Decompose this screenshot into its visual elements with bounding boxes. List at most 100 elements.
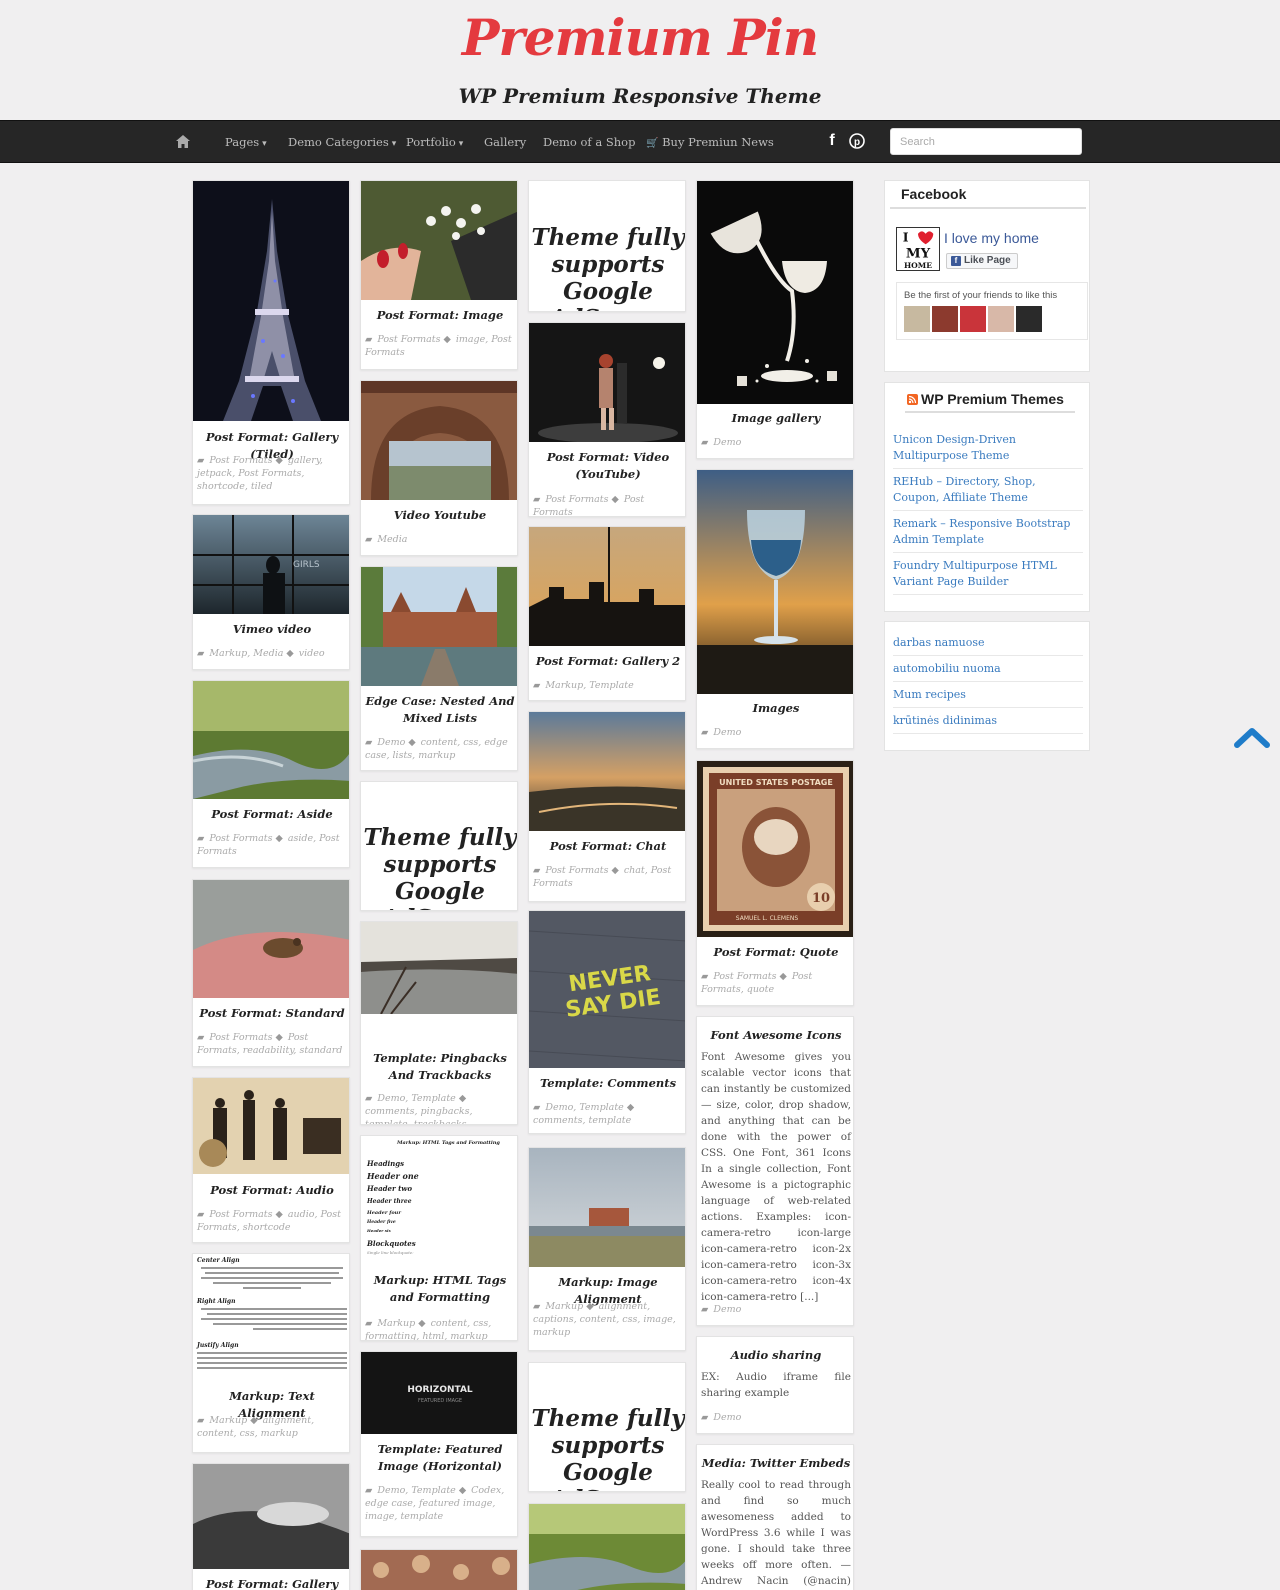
wine-glass-sunset-thumbnail[interactable] <box>697 470 854 694</box>
post-title[interactable]: Edge Case: Nested And Mixed Lists <box>365 693 515 727</box>
lake-trees-thumbnail[interactable] <box>361 922 518 1014</box>
post-card[interactable]: Font Awesome Icons Font Awesome gives yo… <box>696 1016 854 1326</box>
nav-buy-news[interactable]: 🛒 Buy Premiun News <box>646 121 774 164</box>
sidebar-link[interactable]: Remark – Responsive Bootstrap Admin Temp… <box>893 516 1083 548</box>
post-card[interactable]: Images ▰ Demo <box>696 469 854 749</box>
post-card[interactable]: Center Align Right Align Justify Align M… <box>192 1253 350 1453</box>
post-title[interactable]: Post Format: Chat <box>533 838 683 855</box>
post-card[interactable]: NEVER SAY DIE Template: Comments ▰ Demo,… <box>528 910 686 1134</box>
search-input[interactable] <box>890 128 1082 155</box>
post-title[interactable]: Post Format: Audio <box>197 1182 347 1199</box>
like-page-button[interactable]: f Like Page <box>946 253 1018 269</box>
site-title[interactable]: Premium Pin <box>0 8 1280 67</box>
post-card[interactable]: Post Format: Chat ▰ Post Formats ◆ chat,… <box>528 711 686 902</box>
adsense-card[interactable]: Theme fully supports Google AdSense. <box>528 180 686 312</box>
sidebar-link[interactable]: REHub – Directory, Shop, Coupon, Affilia… <box>893 474 1083 506</box>
dancers-thumbnail[interactable] <box>529 323 686 442</box>
nav-demo-categories[interactable]: Demo Categories ▾ <box>288 121 396 164</box>
home-icon[interactable] <box>176 135 190 148</box>
gallery-bw-thumbnail[interactable] <box>193 1464 350 1569</box>
post-title[interactable]: Markup: HTML Tags and Formatting <box>365 1272 515 1306</box>
frog-thumbnail[interactable] <box>193 880 350 998</box>
scroll-to-top-chevron-up-icon[interactable] <box>1234 725 1270 749</box>
post-title[interactable]: Post Format: Quote <box>701 944 851 961</box>
post-title[interactable]: Video Youtube <box>365 507 515 524</box>
band-photo-thumbnail[interactable] <box>193 1078 350 1174</box>
post-card[interactable]: Post Format: Image ▰ Post Formats ◆ imag… <box>360 180 518 370</box>
nav-portfolio[interactable]: Portfolio ▾ <box>406 121 463 164</box>
html-tags-thumbnail[interactable]: Markup: HTML Tags and Formatting Heading… <box>361 1136 518 1260</box>
post-title[interactable]: Media: Twitter Embeds <box>701 1455 851 1472</box>
post-title[interactable]: Audio sharing <box>701 1347 851 1364</box>
facebook-page-name[interactable]: I love my home <box>944 230 1039 246</box>
post-title[interactable]: Post Format: Standard <box>197 1005 347 1022</box>
post-title[interactable]: Post Format: Gallery <box>197 1576 347 1590</box>
facebook-page-box[interactable]: I MY HOME I love my home f Like Page <box>896 223 1088 278</box>
castle-bridge-thumbnail[interactable] <box>361 567 518 686</box>
eiffel-arch-thumbnail[interactable] <box>361 381 518 500</box>
friend-avatar[interactable] <box>960 306 986 332</box>
sidebar-link[interactable]: automobiliu nuoma <box>893 661 1083 677</box>
sidebar-link[interactable]: darbas namuose <box>893 635 1083 651</box>
post-card[interactable]: Template: Pingbacks And Trackbacks ▰ Dem… <box>360 921 518 1125</box>
adsense-card[interactable]: Theme fully supports Google AdSense. <box>360 781 518 911</box>
river-thumbnail[interactable] <box>193 681 350 799</box>
post-card[interactable]: Post Format: Gallery <box>192 1463 350 1590</box>
post-card[interactable] <box>528 1503 686 1590</box>
friend-avatar[interactable] <box>988 306 1014 332</box>
facebook-icon[interactable]: f <box>824 133 840 149</box>
friend-avatar[interactable] <box>1016 306 1042 332</box>
post-card[interactable]: Post Format: Aside ▰ Post Formats ◆ asid… <box>192 680 350 868</box>
vimeo-video-thumbnail[interactable]: GIRLS <box>193 515 350 614</box>
post-title[interactable]: Images <box>701 700 851 717</box>
adsense-card[interactable]: Theme fully supports Google AdSense. <box>528 1362 686 1492</box>
post-card[interactable]: Video Youtube ▰ Media <box>360 380 518 556</box>
market-thumbnail[interactable] <box>361 1550 518 1590</box>
friend-avatar[interactable] <box>932 306 958 332</box>
river-thumbnail[interactable] <box>529 1504 686 1590</box>
rss-icon[interactable] <box>907 394 918 405</box>
post-card[interactable]: Post Format: Standard ▰ Post Formats ◆ P… <box>192 879 350 1067</box>
post-card[interactable]: Post Format: Video (YouTube) ▰ Post Form… <box>528 322 686 517</box>
sidebar-link[interactable]: Foundry Multipurpose HTML Variant Page B… <box>893 558 1083 590</box>
post-card[interactable]: Image gallery ▰ Demo <box>696 180 854 459</box>
sunset-city-thumbnail[interactable] <box>529 527 686 646</box>
post-card[interactable]: Post Format: Gallery 2 ▰ Markup, Templat… <box>528 526 686 701</box>
post-title[interactable]: Font Awesome Icons <box>701 1027 851 1044</box>
post-card[interactable]: Media: Twitter Embeds Really cool to rea… <box>696 1444 854 1590</box>
post-title[interactable]: Template: Pingbacks And Trackbacks <box>365 1050 515 1084</box>
post-title[interactable]: Post Format: Image <box>365 307 515 324</box>
never-say-die-thumbnail[interactable]: NEVER SAY DIE <box>529 911 686 1068</box>
post-card[interactable]: Post Format: Gallery (Tiled) ▰ Post Form… <box>192 180 350 505</box>
nav-pages[interactable]: Pages ▾ <box>225 121 267 164</box>
post-card[interactable]: GIRLS Vimeo video ▰ Markup, Media ◆ vide… <box>192 514 350 670</box>
post-title[interactable]: Template: Featured Image (Horizontal) <box>365 1441 515 1475</box>
sidebar-link[interactable]: Unicon Design-Driven Multipurpose Theme <box>893 432 1083 464</box>
post-card[interactable]: Post Format: Audio ▰ Post Formats ◆ audi… <box>192 1077 350 1243</box>
post-title[interactable]: Post Format: Aside <box>197 806 347 823</box>
stamp-thumbnail[interactable]: UNITED STATES POSTAGE SAMUEL L. CLEMENS … <box>697 761 854 937</box>
post-card[interactable]: Markup: HTML Tags and Formatting Heading… <box>360 1135 518 1341</box>
sidebar-link[interactable]: Mum recipes <box>893 687 1083 703</box>
friend-avatar[interactable] <box>904 306 930 332</box>
post-card[interactable]: HORIZONTAL FEATURED IMAGE Template: Feat… <box>360 1351 518 1537</box>
nav-demo-shop[interactable]: Demo of a Shop <box>543 121 635 164</box>
nav-gallery[interactable]: Gallery <box>484 121 526 164</box>
text-alignment-thumbnail[interactable]: Center Align Right Align Justify Align <box>193 1254 350 1382</box>
post-title[interactable]: Image gallery <box>701 410 851 427</box>
post-card[interactable]: Edge Case: Nested And Mixed Lists ▰ Demo… <box>360 566 518 771</box>
castle-lake-thumbnail[interactable] <box>529 1148 686 1267</box>
post-title[interactable]: Template: Comments <box>533 1075 683 1092</box>
page-logo[interactable]: I MY HOME <box>896 227 940 271</box>
post-title[interactable]: Post Format: Gallery 2 <box>533 653 683 670</box>
post-card[interactable] <box>360 1549 518 1590</box>
sidebar-link[interactable]: krūtinės didinimas <box>893 713 1083 729</box>
post-card[interactable]: UNITED STATES POSTAGE SAMUEL L. CLEMENS … <box>696 760 854 1006</box>
featured-horizontal-thumbnail[interactable]: HORIZONTAL FEATURED IMAGE <box>361 1352 518 1434</box>
lake-sunset-thumbnail[interactable] <box>529 712 686 831</box>
pinterest-icon[interactable]: p <box>849 133 865 149</box>
eiffel-night-thumbnail[interactable] <box>193 181 350 421</box>
post-title[interactable]: Vimeo video <box>197 621 347 638</box>
post-card[interactable]: Audio sharing EX: Audio iframe file shar… <box>696 1336 854 1434</box>
flower-hand-thumbnail[interactable] <box>361 181 518 300</box>
